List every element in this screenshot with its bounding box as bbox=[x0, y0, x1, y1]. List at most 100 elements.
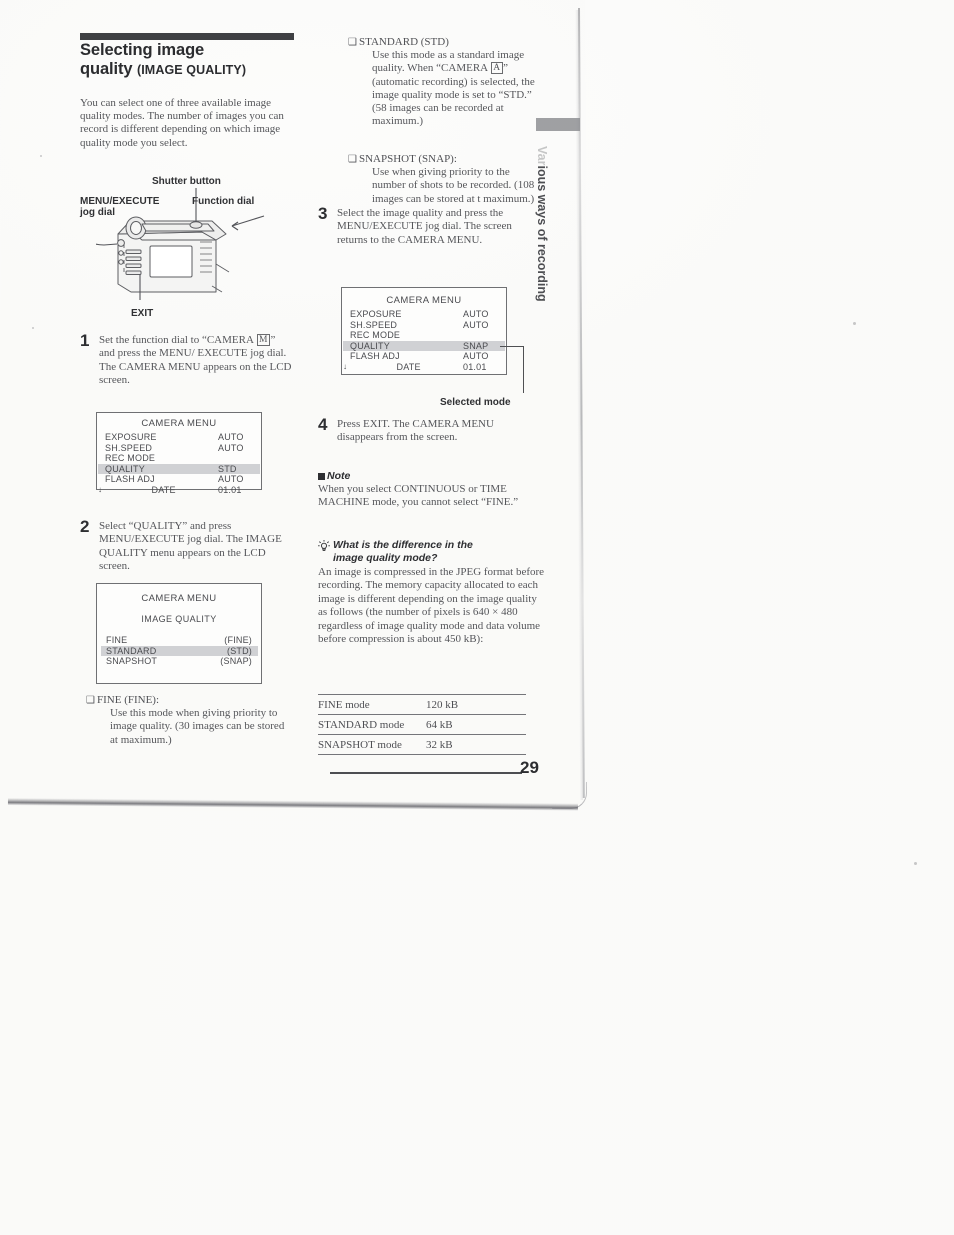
lcd-2-row-label: SNAPSHOT bbox=[106, 656, 158, 666]
step-1: 1 Set the function dial to “CAMERA M” an… bbox=[80, 331, 292, 388]
lcd-3-row-label: FLASH ADJ bbox=[350, 351, 400, 361]
lcd-1-row-label: EXPOSURE bbox=[105, 432, 157, 442]
lcd-2-row-value: (FINE) bbox=[224, 635, 252, 645]
section-title-suffix: (IMAGE QUALITY) bbox=[136, 63, 247, 77]
lcd-1-row-value: AUTO bbox=[218, 474, 244, 484]
step-2-text: Select “QUALITY” and press MENU/EXECUTE … bbox=[99, 520, 282, 573]
lcd-1-row-value: STD bbox=[218, 463, 237, 474]
tip-heading: What is the difference in the image qual… bbox=[333, 539, 546, 564]
bullet-standard-body: Use this mode as a standard image qualit… bbox=[372, 49, 543, 128]
step-1-text: Set the function dial to “CAMERA M” and … bbox=[99, 334, 292, 388]
label-shutter-button: Shutter button bbox=[152, 176, 221, 187]
step-1-text-a: Set the function dial to “CAMERA bbox=[99, 334, 257, 346]
lcd-1-row-label: FLASH ADJ bbox=[105, 474, 155, 484]
bullet-standard: ❑ STANDARD (STD) Use this mode as a stan… bbox=[348, 36, 543, 128]
lcd-3-row: REC MODE bbox=[349, 330, 497, 341]
lcd-screen-camera-menu-1: CAMERA MENU EXPOSURE AUTO SH.SPEED AUTO RE… bbox=[96, 412, 262, 495]
intro-paragraph: You can select one of three available im… bbox=[80, 97, 284, 149]
bullet-fine: ❑ FINE (FINE): Use this mode when giving… bbox=[86, 694, 292, 747]
bullet-fine-head: FINE (FINE): bbox=[97, 694, 160, 706]
lcd-3-rows: EXPOSURE AUTO SH.SPEED AUTO REC MODE QUALI… bbox=[342, 309, 506, 372]
lcd-2-row-selected: STANDARD (STD) bbox=[101, 645, 258, 657]
scan-speck bbox=[32, 327, 34, 329]
lcd-3-row-value: AUTO bbox=[463, 319, 489, 330]
key-camera-a: A bbox=[490, 62, 503, 75]
lcd-3-row: SH.SPEED AUTO bbox=[349, 320, 497, 331]
lcd-1-row-value: 01.01 bbox=[218, 484, 242, 495]
lcd-1-title: CAMERA MENU bbox=[141, 418, 217, 429]
lcd-3-row-value: AUTO bbox=[463, 309, 489, 319]
label-selected-mode: Selected mode bbox=[440, 397, 511, 408]
lcd-1-row: REC MODE bbox=[104, 453, 252, 464]
lcd-3-row-label: QUALITY bbox=[350, 340, 390, 351]
bullet-snapshot-head: SNAPSHOT (SNAP): bbox=[359, 153, 457, 165]
table-cell-size: 64 kB bbox=[426, 718, 453, 731]
tip-block: What is the difference in the image qual… bbox=[318, 539, 546, 646]
lcd-2-title: CAMERA MENU bbox=[141, 593, 217, 604]
lcd-3-row-label: DATE bbox=[396, 361, 421, 372]
lcd-1-row-value bbox=[218, 453, 252, 464]
lcd-3-row-label: SH.SPEED bbox=[350, 319, 398, 330]
lcd-2-row-label: FINE bbox=[106, 635, 128, 645]
lcd-1-row-label: REC MODE bbox=[105, 453, 156, 463]
lcd-1-row: SH.SPEED AUTO bbox=[104, 443, 252, 454]
lcd-2-row-value: (STD) bbox=[227, 645, 252, 656]
lcd-3-row: FLASH ADJ AUTO bbox=[349, 351, 497, 362]
step-3: 3 Select the image quality and press the… bbox=[318, 204, 536, 247]
side-tab-label-visible: ious ways of recording bbox=[535, 165, 549, 302]
step-4: 4 Press EXIT. The CAMERA MENU disappears… bbox=[318, 415, 543, 445]
lcd-2-row: FINE (FINE) bbox=[106, 635, 252, 646]
lcd-screen-camera-menu-2: CAMERA MENU EXPOSURE AUTO SH.SPEED AUTO RE… bbox=[341, 287, 507, 375]
page-number: 29 bbox=[520, 758, 539, 777]
table-cell-size: 120 kB bbox=[426, 698, 459, 711]
key-camera-m: M bbox=[256, 334, 270, 346]
lcd-1-row: FLASH ADJ AUTO bbox=[104, 474, 252, 485]
bullet-square-icon: ❑ bbox=[348, 153, 357, 165]
note-block: Note When you select CONTINUOUS or TIME … bbox=[318, 470, 546, 509]
lcd-2-subtitle: IMAGE QUALITY bbox=[141, 614, 217, 624]
section-title-line1: Selecting image bbox=[80, 41, 205, 59]
lcd-3-row-value bbox=[463, 330, 497, 341]
note-text: When you select CONTINUOUS or TIME MACHI… bbox=[318, 483, 519, 509]
scan-speck bbox=[914, 862, 917, 865]
bullet-snapshot-body: Use when giving priority to the number o… bbox=[372, 166, 535, 205]
scan-speck bbox=[40, 155, 42, 157]
table-row: SNAPSHOT mode 32 kB bbox=[318, 734, 526, 755]
tip-heading-line1: What is the difference in the bbox=[333, 539, 473, 551]
table-cell-mode: STANDARD mode bbox=[318, 718, 405, 731]
lcd-1-row-label: SH.SPEED bbox=[105, 442, 153, 453]
lcd-3-row-value: 01.01 bbox=[463, 361, 487, 372]
lcd-2-row: SNAPSHOT (SNAP) bbox=[106, 656, 252, 667]
lightbulb-icon bbox=[318, 540, 330, 551]
scroll-down-arrow-icon: ↓ bbox=[98, 484, 103, 494]
selected-mode-leader-line bbox=[500, 346, 526, 393]
lcd-3-title: CAMERA MENU bbox=[386, 295, 462, 306]
table-cell-size: 32 kB bbox=[426, 738, 453, 751]
lcd-2-row-label: STANDARD bbox=[106, 645, 157, 656]
lcd-1-row-label: QUALITY bbox=[105, 463, 145, 474]
lcd-3-row: ↓ DATE 01.01 bbox=[343, 361, 497, 373]
scanned-page-background: Selecting image quality (IMAGE QUALITY) … bbox=[0, 0, 954, 1235]
lcd-2-rows: FINE (FINE) STANDARD (STD) SNAPSHOT (SNAP) bbox=[97, 635, 261, 667]
note-square-icon bbox=[318, 472, 325, 480]
scan-speck bbox=[853, 322, 856, 325]
lcd-3-row-label: REC MODE bbox=[350, 330, 401, 340]
bullet-fine-body: Use this mode when giving priority to im… bbox=[110, 707, 285, 746]
bullet-square-icon: ❑ bbox=[348, 36, 357, 48]
step-3-text: Select the image quality and press the M… bbox=[337, 207, 512, 246]
lcd-1-row-selected: QUALITY STD bbox=[98, 463, 260, 475]
step-2: 2 Select “QUALITY” and press MENU/EXECUT… bbox=[80, 517, 292, 574]
bullet-square-icon: ❑ bbox=[86, 694, 95, 706]
tip-heading-line2: image quality mode? bbox=[333, 551, 438, 564]
table-cell-mode: FINE mode bbox=[318, 698, 370, 711]
lcd-3-row-selected: QUALITY SNAP bbox=[343, 340, 505, 352]
note-heading-text: Note bbox=[327, 470, 351, 482]
step-1-number: 1 bbox=[80, 331, 90, 350]
scroll-down-arrow-icon: ↓ bbox=[343, 361, 348, 371]
side-tab-label: Various ways of recording bbox=[535, 146, 549, 346]
table-row: FINE mode 120 kB bbox=[318, 694, 526, 714]
side-tab-bar bbox=[536, 118, 580, 131]
lcd-3-row-label: EXPOSURE bbox=[350, 309, 402, 319]
memory-capacity-table: FINE mode 120 kB STANDARD mode 64 kB SNA… bbox=[318, 694, 526, 755]
lcd-1-row-value: AUTO bbox=[218, 432, 244, 442]
